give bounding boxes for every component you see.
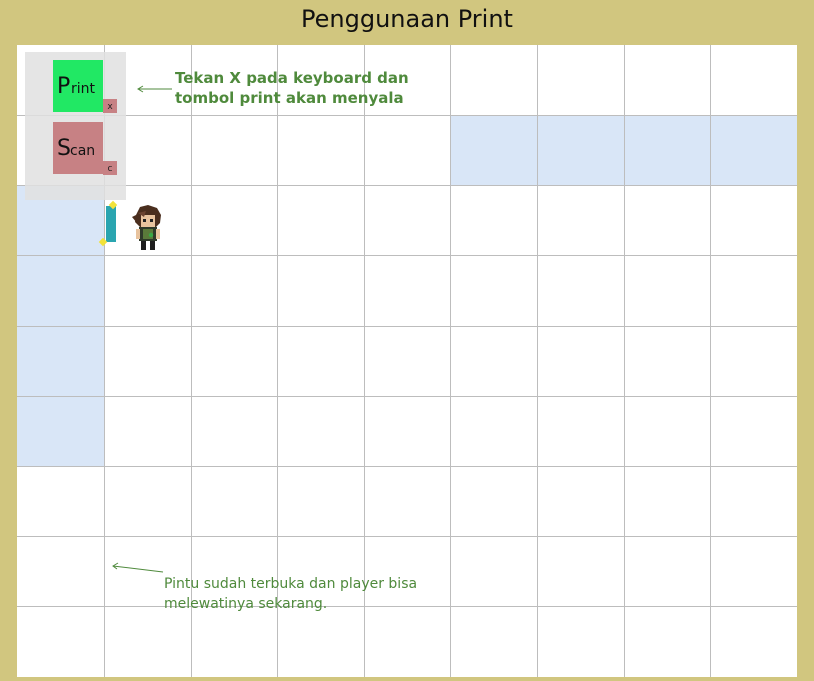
page-title: Penggunaan Print <box>301 5 513 33</box>
game-board: P rint x S can c Tekan X pada keyboard d… <box>17 45 797 677</box>
door-hint-note: Pintu sudah terbuka dan player bisa mele… <box>164 576 418 612</box>
print-hint-note: Tekan X pada keyboard dan tombol print a… <box>175 69 409 107</box>
